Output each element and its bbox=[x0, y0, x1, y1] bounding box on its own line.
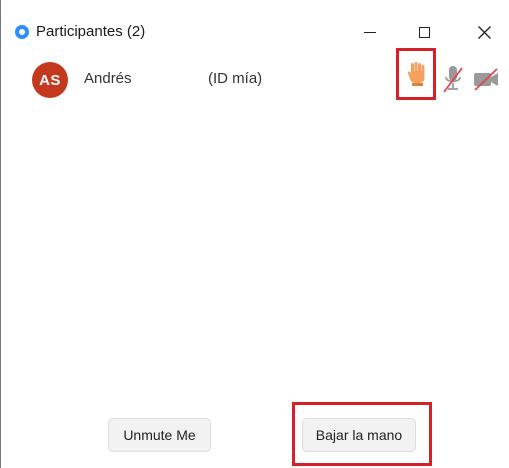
participant-name: Andrés bbox=[84, 70, 132, 87]
participants-window: Participantes (2) AS Andrés (ID mía) Unm… bbox=[0, 0, 509, 468]
maximize-icon bbox=[418, 26, 430, 38]
zoom-app-icon bbox=[15, 25, 29, 39]
video-off-icon[interactable] bbox=[472, 66, 500, 92]
minimize-button[interactable] bbox=[347, 14, 393, 50]
title-bar[interactable]: Participantes (2) bbox=[2, 0, 509, 50]
participant-me-tag: (ID mía) bbox=[208, 70, 263, 87]
lower-hand-button[interactable]: Bajar la mano bbox=[302, 418, 416, 452]
mic-muted-icon[interactable] bbox=[442, 64, 464, 94]
window-title: Participantes (2) bbox=[36, 23, 146, 40]
raised-hand-highlight[interactable] bbox=[396, 48, 436, 100]
minimize-icon bbox=[364, 31, 376, 33]
raised-hand-icon bbox=[407, 62, 425, 86]
unmute-me-button[interactable]: Unmute Me bbox=[108, 418, 211, 452]
maximize-button[interactable] bbox=[401, 14, 447, 50]
close-icon bbox=[477, 25, 491, 39]
participant-row[interactable]: AS Andrés (ID mía) bbox=[2, 48, 509, 100]
avatar: AS bbox=[32, 62, 68, 98]
close-button[interactable] bbox=[461, 14, 507, 50]
